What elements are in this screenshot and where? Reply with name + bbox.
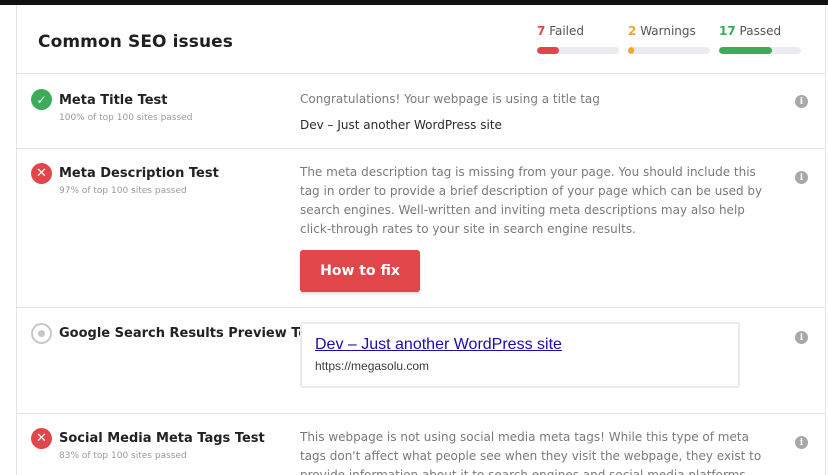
stat-passed: 17 Passed	[719, 24, 801, 54]
test-description: The meta description tag is missing from…	[300, 165, 763, 236]
warnings-count: 2	[628, 24, 637, 38]
test-row-search-preview: Google Search Results Preview Test Dev –…	[17, 308, 825, 414]
panel-header: Common SEO issues 7 Failed 2 Warnings 17…	[17, 5, 825, 74]
stat-warnings: 2 Warnings	[628, 24, 710, 54]
failed-progress-fill	[537, 47, 560, 54]
failed-count: 7	[537, 24, 546, 38]
cross-icon: ✕	[31, 163, 52, 184]
passed-count: 17	[719, 24, 736, 38]
info-icon[interactable]: i	[795, 171, 808, 184]
page-title: Common SEO issues	[38, 32, 234, 52]
stat-failed: 7 Failed	[537, 24, 619, 54]
test-row-social-meta: ✕ Social Media Meta Tags Test 83% of top…	[17, 414, 825, 475]
passed-progress-fill	[719, 47, 773, 54]
preview-url: https://megasolu.com	[315, 359, 430, 373]
warnings-progress-bar	[628, 47, 710, 54]
passed-label: Passed	[739, 24, 782, 38]
test-row-meta-description: ✕ Meta Description Test 97% of top 100 s…	[17, 149, 825, 308]
info-icon[interactable]: i	[795, 331, 808, 344]
test-title: Meta Title Test	[59, 93, 168, 108]
warnings-label: Warnings	[640, 24, 696, 38]
seo-issues-panel: Common SEO issues 7 Failed 2 Warnings 17…	[16, 5, 826, 475]
failed-label: Failed	[549, 24, 585, 38]
failed-progress-bar	[537, 47, 619, 54]
test-row-meta-title: ✓ Meta Title Test 100% of top 100 sites …	[17, 75, 825, 149]
circle-dot-icon	[31, 323, 52, 344]
test-title: Google Search Results Preview Test	[59, 326, 322, 341]
test-description: This webpage is not using social media m…	[300, 430, 762, 475]
info-icon[interactable]: i	[795, 95, 808, 108]
passed-progress-bar	[719, 47, 801, 54]
search-preview-box: Dev – Just another WordPress site https:…	[300, 322, 740, 388]
info-icon[interactable]: i	[795, 436, 808, 449]
test-value: Dev – Just another WordPress site	[300, 118, 502, 132]
cross-icon: ✕	[31, 428, 52, 449]
test-title: Social Media Meta Tags Test	[59, 431, 265, 446]
test-subtitle: 83% of top 100 sites passed	[59, 451, 187, 461]
test-description: Congratulations! Your webpage is using a…	[300, 92, 600, 106]
check-icon: ✓	[31, 89, 52, 110]
warnings-progress-fill	[628, 47, 634, 54]
test-title: Meta Description Test	[59, 166, 219, 181]
test-subtitle: 97% of top 100 sites passed	[59, 186, 187, 196]
how-to-fix-button[interactable]: How to fix	[300, 250, 420, 292]
test-subtitle: 100% of top 100 sites passed	[59, 113, 193, 123]
preview-title-link[interactable]: Dev – Just another WordPress site	[315, 336, 562, 354]
